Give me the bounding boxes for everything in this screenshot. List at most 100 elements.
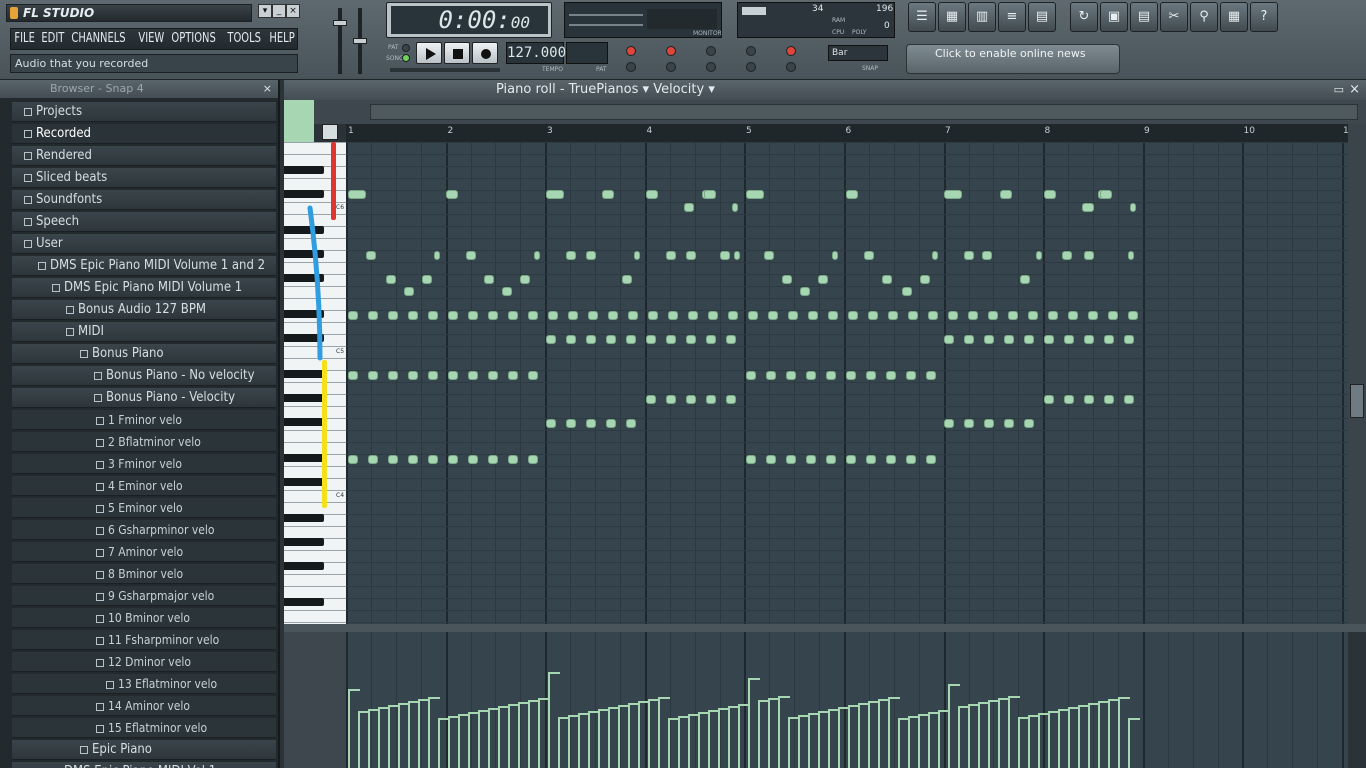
velocity-stem[interactable] [908, 716, 910, 768]
velocity-stem[interactable] [488, 708, 490, 768]
midi-note[interactable] [826, 371, 836, 380]
minimize-icon[interactable]: _ [272, 4, 286, 18]
midi-note[interactable] [746, 455, 756, 464]
midi-note[interactable] [566, 419, 576, 428]
browser-item[interactable]: Soundfonts [12, 190, 276, 210]
midi-note[interactable] [1084, 335, 1094, 344]
midi-note[interactable] [528, 311, 538, 320]
midi-note[interactable] [448, 455, 458, 464]
browser-item[interactable]: 5 Eminor velo [12, 498, 276, 518]
midi-note[interactable] [466, 251, 476, 260]
midi-note[interactable] [948, 311, 958, 320]
midi-note[interactable] [1124, 395, 1134, 404]
browser-item[interactable]: 4 Eminor velo [12, 476, 276, 496]
velocity-stem[interactable] [358, 711, 360, 768]
midi-note[interactable] [1064, 335, 1074, 344]
browser-item[interactable]: 10 Bminor velo [12, 608, 276, 628]
midi-note[interactable] [648, 311, 658, 320]
browser-item[interactable]: Recorded [12, 124, 276, 144]
midi-note[interactable] [882, 275, 892, 284]
step-sequencer-icon[interactable]: ▦ [938, 2, 966, 32]
velocity-stem[interactable] [958, 706, 960, 768]
midi-note[interactable] [1020, 275, 1030, 284]
midi-note[interactable] [634, 251, 640, 260]
black-key[interactable] [284, 562, 324, 570]
velocity-stem[interactable] [878, 699, 880, 768]
midi-note[interactable] [818, 275, 828, 284]
online-news-panel[interactable]: Click to enable online news [906, 44, 1120, 74]
midi-note[interactable] [628, 311, 638, 320]
midi-note[interactable] [448, 371, 458, 380]
velocity-stem[interactable] [978, 702, 980, 768]
velocity-handle[interactable] [1128, 718, 1140, 720]
midi-note[interactable] [484, 275, 494, 284]
velocity-stem[interactable] [348, 689, 350, 768]
browser-item[interactable]: Bonus Piano - Velocity [12, 388, 276, 408]
master-volume[interactable] [332, 4, 372, 76]
velocity-stem[interactable] [898, 718, 900, 768]
velocity-stem[interactable] [678, 716, 680, 768]
midi-note[interactable] [686, 251, 696, 260]
velocity-stem[interactable] [948, 684, 950, 768]
undo-icon[interactable]: ↻ [1070, 2, 1098, 32]
velocity-stem[interactable] [808, 713, 810, 768]
midi-note[interactable] [1082, 203, 1094, 212]
pattern-display[interactable] [566, 42, 608, 64]
browser-item[interactable]: Speech [12, 212, 276, 232]
event-editor-divider[interactable] [284, 624, 1366, 632]
velocity-stem[interactable] [468, 712, 470, 768]
stop-button[interactable] [444, 42, 470, 64]
velocity-stem[interactable] [698, 712, 700, 768]
velocity-stem[interactable] [788, 717, 790, 768]
velocity-stem[interactable] [738, 704, 740, 768]
midi-note[interactable] [944, 190, 962, 199]
velocity-stem[interactable] [748, 678, 750, 768]
midi-note[interactable] [348, 455, 358, 464]
midi-note[interactable] [408, 371, 418, 380]
menu-edit[interactable]: EDIT [38, 29, 68, 49]
midi-note[interactable] [732, 203, 738, 212]
midi-note[interactable] [868, 311, 878, 320]
midi-note[interactable] [1084, 395, 1094, 404]
velocity-handle[interactable] [748, 678, 760, 680]
midi-note[interactable] [786, 371, 796, 380]
menu-icon[interactable]: ▾ [258, 4, 272, 18]
midi-note[interactable] [534, 251, 540, 260]
velocity-stem[interactable] [968, 704, 970, 768]
snap-select[interactable]: Bar [828, 45, 888, 61]
velocity-stem[interactable] [798, 715, 800, 768]
menu-help[interactable]: HELP [266, 29, 298, 49]
midi-note[interactable] [1024, 335, 1034, 344]
browser-item[interactable]: DMS Epic Piano MIDI Volume 1 and 2 [12, 256, 276, 276]
midi-note[interactable] [608, 311, 618, 320]
velocity-stem[interactable] [568, 715, 570, 768]
menu-channels[interactable]: CHANNELS [68, 29, 129, 49]
browser-item[interactable]: 12 Dminor velo [12, 652, 276, 672]
notes-icon[interactable]: ▦ [1220, 2, 1248, 32]
velocity-handle[interactable] [1008, 696, 1020, 698]
midi-note[interactable] [926, 455, 936, 464]
midi-note[interactable] [1004, 419, 1014, 428]
velocity-handle[interactable] [1118, 697, 1130, 699]
velocity-handle[interactable] [348, 689, 360, 691]
midi-note[interactable] [368, 311, 378, 320]
midi-note[interactable] [502, 287, 512, 296]
midi-note[interactable] [704, 190, 716, 199]
midi-note[interactable] [686, 395, 696, 404]
midi-note[interactable] [1024, 419, 1034, 428]
midi-note[interactable] [626, 335, 636, 344]
velocity-stem[interactable] [478, 710, 480, 768]
browser-item[interactable]: Rendered [12, 146, 276, 166]
midi-note[interactable] [508, 455, 518, 464]
browser-item[interactable]: 11 Fsharpminor velo [12, 630, 276, 650]
piano-roll-icon[interactable]: ▥ [968, 2, 996, 32]
midi-note[interactable] [388, 371, 398, 380]
velocity-stem[interactable] [828, 709, 830, 768]
midi-note[interactable] [488, 371, 498, 380]
midi-note[interactable] [932, 251, 938, 260]
midi-note[interactable] [708, 311, 718, 320]
velocity-handle[interactable] [658, 697, 670, 699]
keyboard-menu-icon[interactable] [322, 124, 338, 140]
browser-item[interactable]: Sliced beats [12, 168, 276, 188]
midi-note[interactable] [428, 371, 438, 380]
